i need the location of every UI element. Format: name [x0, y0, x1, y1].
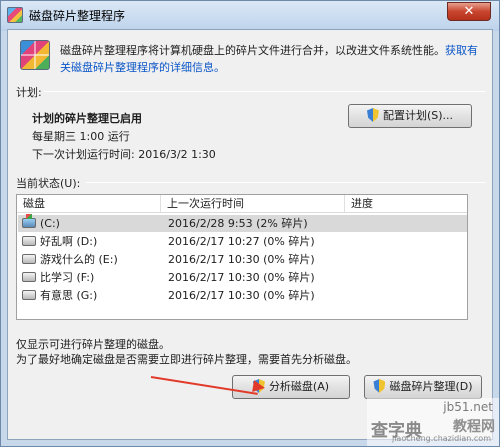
- hard-drive-icon: [22, 236, 36, 246]
- status-section-label: 当前状态(U):: [16, 177, 81, 190]
- schedule-next-run: 下一次计划运行时间: 2016/3/2 1:30: [32, 148, 216, 161]
- intro-text: 磁盘碎片整理程序将计算机硬盘上的碎片文件进行合并，以改进文件系统性能。获取有关磁…: [60, 42, 486, 76]
- schedule-divider: [44, 91, 486, 92]
- disk-last-run: 2016/2/28 9:53 (2% 碎片): [168, 217, 308, 230]
- column-header-disk[interactable]: 磁盘: [17, 195, 161, 213]
- analyze-disk-button[interactable]: 分析磁盘(A): [232, 375, 350, 399]
- window-title: 磁盘碎片整理程序: [29, 9, 126, 23]
- configure-schedule-button[interactable]: 配置计划(S)...: [348, 104, 472, 128]
- disk-last-run: 2016/2/17 10:30 (0% 碎片): [168, 289, 315, 302]
- disk-list-header: 磁盘 上一次运行时间 进度: [17, 195, 467, 213]
- analyze-disk-label: 分析磁盘(A): [268, 380, 330, 393]
- column-header-last-run[interactable]: 上一次运行时间: [161, 195, 345, 213]
- hard-drive-icon: [22, 272, 36, 282]
- hard-drive-icon: [22, 254, 36, 264]
- disk-row-g[interactable]: 有意思 (G:) 2016/2/17 10:30 (0% 碎片): [18, 287, 467, 304]
- disk-last-run: 2016/2/17 10:30 (0% 碎片): [168, 271, 315, 284]
- defrag-app-icon: [7, 7, 23, 23]
- status-divider: [86, 182, 486, 183]
- disk-last-run: 2016/2/17 10:27 (0% 碎片): [168, 235, 315, 248]
- footer-note-1: 仅显示可进行碎片整理的磁盘。: [16, 338, 170, 351]
- defragment-button[interactable]: 磁盘碎片整理(D): [364, 375, 482, 399]
- client-area: 磁盘碎片整理程序将计算机硬盘上的碎片文件进行合并，以改进文件系统性能。获取有关磁…: [7, 29, 493, 440]
- schedule-status: 计划的碎片整理已启用: [32, 112, 142, 125]
- intro-description: 磁盘碎片整理程序将计算机硬盘上的碎片文件进行合并，以改进文件系统性能。: [60, 44, 445, 57]
- uac-shield-icon: [366, 108, 379, 122]
- disk-row-f[interactable]: 比学习 (F:) 2016/2/17 10:30 (0% 碎片): [18, 269, 467, 286]
- disk-name: (C:): [40, 217, 60, 230]
- schedule-section-label: 计划:: [16, 86, 42, 99]
- disk-row-c[interactable]: (C:) 2016/2/28 9:53 (2% 碎片): [18, 214, 467, 232]
- defragment-label: 磁盘碎片整理(D): [389, 380, 473, 393]
- configure-schedule-label: 配置计划(S)...: [382, 109, 454, 122]
- disk-name: 游戏什么的 (E:): [40, 253, 118, 266]
- red-arrowhead-annotation: [252, 380, 266, 394]
- disk-name: 好乱啊 (D:): [40, 235, 98, 248]
- disk-name: 比学习 (F:): [40, 271, 95, 284]
- defrag-window: 磁盘碎片整理程序 ✕ 磁盘碎片整理程序将计算机硬盘上的碎片文件进行合并，以改进文…: [0, 0, 500, 447]
- hard-drive-icon: [22, 290, 36, 300]
- disk-row-e[interactable]: 游戏什么的 (E:) 2016/2/17 10:30 (0% 碎片): [18, 251, 467, 268]
- watermark-site: jb51.net: [443, 400, 493, 414]
- disk-list[interactable]: 磁盘 上一次运行时间 进度 (C:) 2016/2/28 9:53 (2% 碎片…: [16, 194, 468, 320]
- disk-row-d[interactable]: 好乱啊 (D:) 2016/2/17 10:27 (0% 碎片): [18, 233, 467, 250]
- column-header-progress[interactable]: 进度: [345, 195, 468, 213]
- defrag-app-icon-large: [20, 40, 50, 70]
- system-drive-icon: [22, 214, 36, 228]
- footer-note-2: 为了最好地确定磁盘是否需要立即进行碎片整理，需要首先分析磁盘。: [16, 353, 357, 366]
- disk-name: 有意思 (G:): [40, 289, 98, 302]
- uac-shield-icon: [373, 379, 386, 393]
- watermark-url: jiaocheng.chazidian.com: [391, 434, 491, 443]
- title-bar[interactable]: 磁盘碎片整理程序 ✕: [1, 1, 499, 29]
- disk-last-run: 2016/2/17 10:30 (0% 碎片): [168, 253, 315, 266]
- schedule-frequency: 每星期三 1:00 运行: [32, 130, 130, 143]
- watermark: jb51.net 查字典 教程网 jiaocheng.chazidian.com: [367, 398, 499, 446]
- close-button[interactable]: ✕: [447, 2, 491, 21]
- watermark-cn: 教程网: [453, 419, 495, 435]
